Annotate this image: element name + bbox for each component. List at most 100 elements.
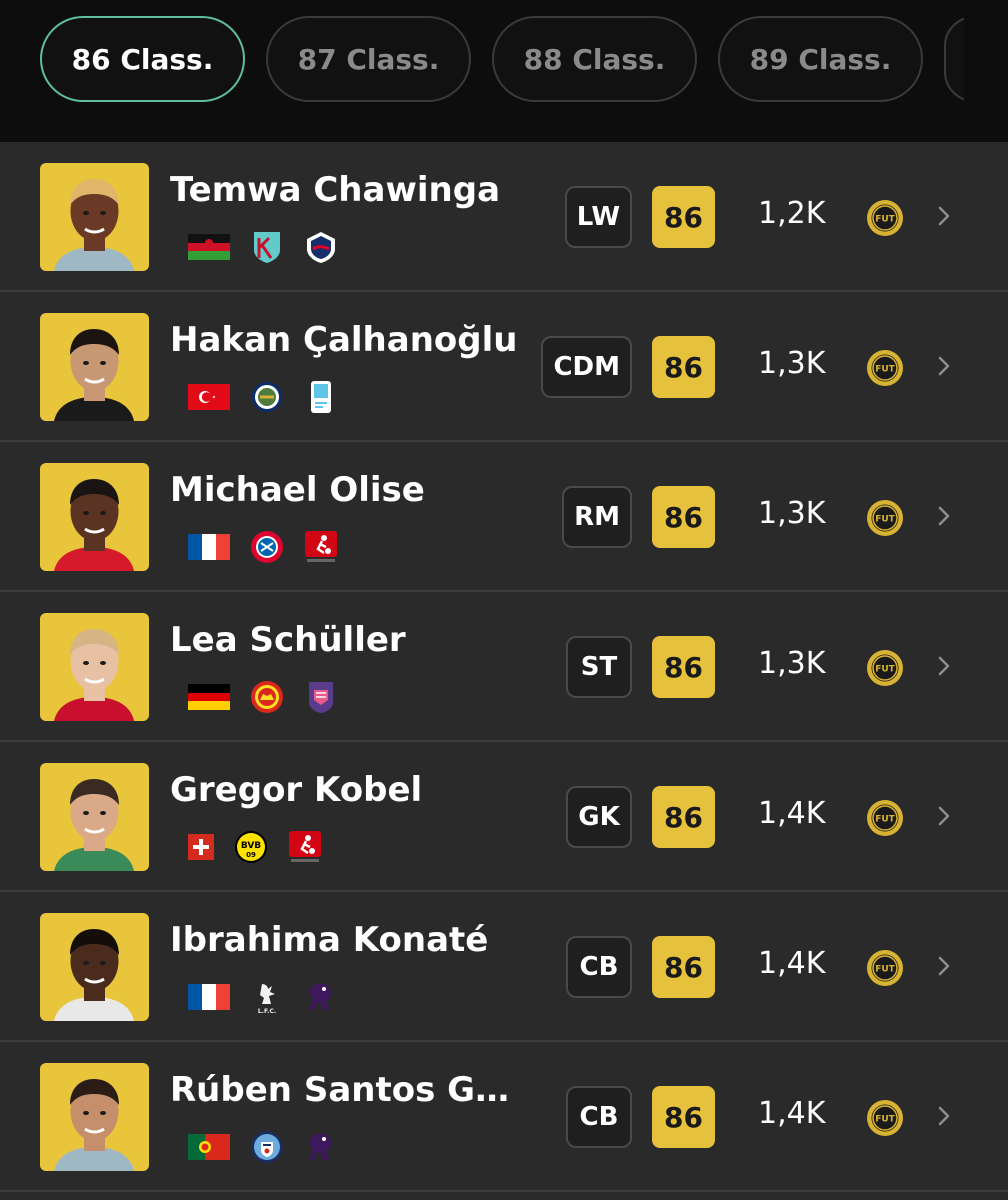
player-name: Temwa Chawinga — [170, 170, 501, 210]
svg-text:FUT: FUT — [875, 515, 895, 525]
chevron-right-icon[interactable] — [933, 355, 955, 377]
rating-badge: 86 — [652, 1086, 715, 1148]
svg-text:FUT: FUT — [875, 365, 895, 375]
league-logo-icon — [304, 380, 338, 414]
svg-text:BVB: BVB — [241, 841, 261, 851]
player-row[interactable]: Hakan Çalhanoğlu CDM 86 1,3K FUT — [0, 292, 1008, 442]
position-badge: GK — [566, 786, 632, 848]
player-list: Temwa Chawinga LW 86 1,2K FUT Hakan Çalhanoğl… — [0, 142, 1008, 1192]
chevron-right-icon[interactable] — [933, 655, 955, 677]
position-badge: LW — [564, 186, 632, 248]
price-value: 1,4K — [758, 796, 826, 831]
league-logo-icon — [288, 830, 322, 864]
player-badges — [188, 530, 338, 564]
nation-flag-icon — [188, 1134, 230, 1160]
player-row[interactable]: Rúben Santos Gat... CB 86 1,4K FUT — [0, 1042, 1008, 1192]
club-crest-icon — [250, 680, 284, 714]
svg-text:FUT: FUT — [875, 665, 895, 675]
position-badge: CDM — [541, 336, 632, 398]
price-value: 1,3K — [758, 646, 826, 681]
player-avatar — [40, 913, 149, 1021]
price-value: 1,3K — [758, 496, 826, 531]
tab-87-class[interactable]: 87 Class. — [266, 16, 471, 102]
svg-text:09: 09 — [246, 851, 256, 859]
rating-badge: 86 — [652, 186, 715, 248]
player-row[interactable]: Michael Olise RM 86 1,3K FUT — [0, 442, 1008, 592]
player-badges — [188, 1130, 338, 1164]
price-value: 1,4K — [758, 946, 826, 981]
club-crest-icon: L.F.C. — [250, 980, 284, 1014]
club-crest-icon — [250, 530, 284, 564]
player-row[interactable]: Temwa Chawinga LW 86 1,2K FUT — [0, 142, 1008, 292]
league-logo-icon — [304, 680, 338, 714]
fut-coin-icon: FUT — [867, 950, 903, 986]
player-row[interactable]: Gregor Kobel BVB 09 GK 86 1,4K FUT — [0, 742, 1008, 892]
price-value: 1,4K — [758, 1096, 826, 1131]
svg-text:FUT: FUT — [875, 1115, 895, 1125]
club-crest-icon — [250, 230, 284, 264]
chevron-right-icon[interactable] — [933, 505, 955, 527]
fut-coin-icon: FUT — [867, 200, 903, 236]
nation-flag-icon — [188, 984, 230, 1010]
player-badges: BVB 09 — [188, 830, 322, 864]
player-name: Gregor Kobel — [170, 770, 423, 810]
chevron-right-icon[interactable] — [933, 805, 955, 827]
player-badges: L.F.C. — [188, 980, 338, 1014]
position-badge: ST — [566, 636, 632, 698]
club-crest-icon — [250, 1130, 284, 1164]
position-badge: CB — [566, 1086, 632, 1148]
fut-coin-icon: FUT — [867, 350, 903, 386]
chevron-right-icon[interactable] — [933, 205, 955, 227]
position-badge: RM — [562, 486, 632, 548]
rating-badge: 86 — [652, 786, 715, 848]
player-avatar — [40, 163, 149, 271]
tab-88-class[interactable]: 88 Class. — [492, 16, 697, 102]
fut-coin-icon: FUT — [867, 1100, 903, 1136]
league-logo-icon — [304, 530, 338, 564]
player-row[interactable]: Lea Schüller ST 86 1,3K FUT — [0, 592, 1008, 742]
rating-badge: 86 — [652, 936, 715, 998]
player-name: Ibrahima Konaté — [170, 920, 489, 960]
svg-text:FUT: FUT — [875, 965, 895, 975]
tab-86-class[interactable]: 86 Class. — [40, 16, 245, 102]
player-name: Hakan Çalhanoğlu — [170, 320, 518, 360]
player-row[interactable]: Ibrahima Konaté L.F.C. CB 86 1,4K FUT — [0, 892, 1008, 1042]
chevron-right-icon[interactable] — [933, 1105, 955, 1127]
player-name: Rúben Santos Gat... — [170, 1070, 530, 1110]
rating-badge: 86 — [652, 636, 715, 698]
nation-flag-icon — [188, 234, 230, 260]
fut-coin-icon: FUT — [867, 650, 903, 686]
league-logo-icon — [304, 980, 338, 1014]
svg-text:FUT: FUT — [875, 215, 895, 225]
price-value: 1,3K — [758, 346, 826, 381]
tab-bar-edge — [964, 0, 1008, 142]
tab-list: 86 Class. 87 Class. 88 Class. 89 Class. — [40, 16, 1004, 102]
player-badges — [188, 680, 338, 714]
position-badge: CB — [566, 936, 632, 998]
tab-89-class[interactable]: 89 Class. — [718, 16, 923, 102]
league-logo-icon — [304, 1130, 338, 1164]
club-crest-icon — [250, 380, 284, 414]
league-logo-icon — [304, 230, 338, 264]
player-name: Michael Olise — [170, 470, 425, 510]
player-avatar — [40, 763, 149, 871]
player-badges — [188, 230, 338, 264]
player-avatar — [40, 313, 149, 421]
chevron-right-icon[interactable] — [933, 955, 955, 977]
player-avatar — [40, 463, 149, 571]
nation-flag-icon — [188, 534, 230, 560]
player-avatar — [40, 613, 149, 721]
player-badges — [188, 380, 338, 414]
club-crest-icon: BVB 09 — [234, 830, 268, 864]
svg-text:L.F.C.: L.F.C. — [258, 1008, 276, 1014]
player-name: Lea Schüller — [170, 620, 406, 660]
price-value: 1,2K — [758, 196, 826, 231]
tab-bar: 86 Class. 87 Class. 88 Class. 89 Class. — [0, 0, 1008, 142]
fut-coin-icon: FUT — [867, 800, 903, 836]
svg-text:FUT: FUT — [875, 815, 895, 825]
nation-flag-icon — [188, 384, 230, 410]
rating-badge: 86 — [652, 336, 715, 398]
nation-flag-icon — [188, 684, 230, 710]
fut-coin-icon: FUT — [867, 500, 903, 536]
rating-badge: 86 — [652, 486, 715, 548]
